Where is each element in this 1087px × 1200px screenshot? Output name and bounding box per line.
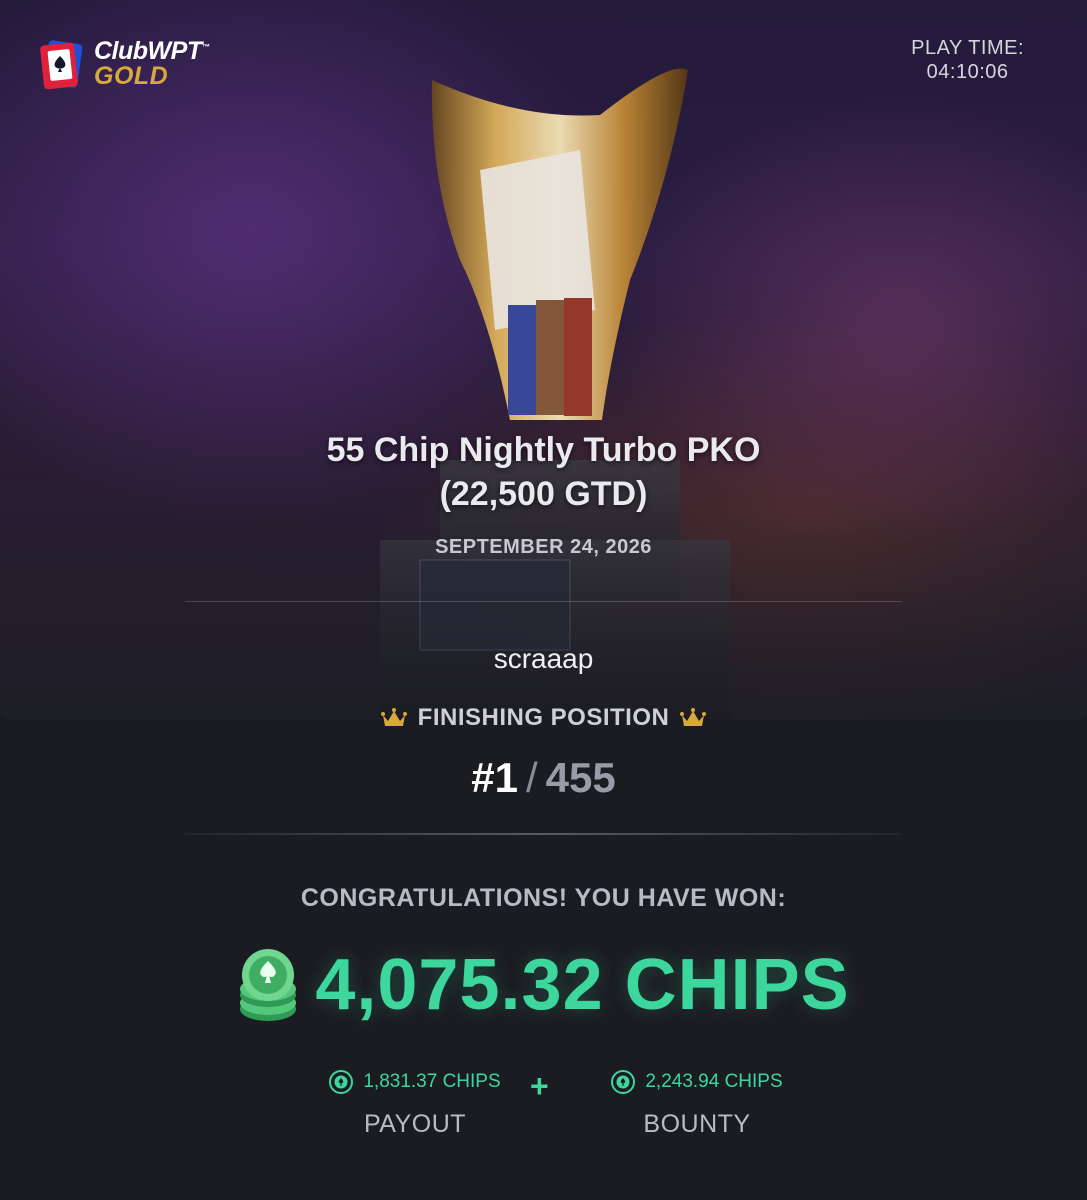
bounty-label: BOUNTY bbox=[643, 1110, 751, 1138]
play-time: PLAY TIME: 04:10:06 bbox=[911, 36, 1024, 84]
payout-breakdown: 1,831.37 CHIPS PAYOUT bbox=[300, 1070, 530, 1139]
tournament-date: SEPTEMBER 24, 2026 bbox=[435, 536, 652, 558]
finishing-position-header: FINISHING POSITION bbox=[0, 704, 1087, 732]
divider bbox=[185, 833, 902, 835]
total-winnings: 4,075.32 CHIPS bbox=[0, 944, 1087, 1026]
play-time-value: 04:10:06 bbox=[926, 61, 1009, 83]
payout-amount: 1,831.37 CHIPS bbox=[363, 1071, 501, 1092]
chip-stack-icon bbox=[240, 949, 297, 1021]
brand-tier: GOLD bbox=[94, 62, 169, 90]
finishing-position: #1/455 bbox=[0, 754, 1087, 802]
payout-label: PAYOUT bbox=[363, 1110, 467, 1138]
brand-name: ClubWPT™ bbox=[94, 37, 210, 65]
crown-icon bbox=[680, 708, 707, 726]
rank-separator: / bbox=[525, 754, 538, 801]
bounty-amount: 2,243.94 CHIPS bbox=[645, 1071, 783, 1092]
tournament-name-line1: 55 Chip Nightly Turbo PKO bbox=[326, 431, 761, 469]
finishing-rank: #1 bbox=[471, 754, 518, 801]
wpt-card-icon bbox=[40, 40, 83, 90]
player-username: scraaap bbox=[493, 643, 594, 674]
total-winnings-amount: 4,075.32 CHIPS bbox=[315, 945, 850, 1025]
divider bbox=[185, 601, 902, 602]
chip-icon bbox=[329, 1070, 354, 1094]
clubwpt-gold-logo: ClubWPT™ GOLD bbox=[40, 37, 210, 90]
tournament-title: 55 Chip Nightly Turbo PKO (22,500 GTD) bbox=[0, 428, 1087, 516]
total-entrants: 455 bbox=[545, 754, 616, 801]
tournament-name-line2: (22,500 GTD) bbox=[439, 475, 648, 513]
hero-banner bbox=[0, 0, 1087, 720]
trophy-image bbox=[380, 68, 730, 720]
plus-icon: + bbox=[530, 1068, 549, 1104]
bounty-breakdown: 2,243.94 CHIPS BOUNTY bbox=[582, 1070, 812, 1139]
finishing-position-label: FINISHING POSITION bbox=[417, 704, 670, 731]
congratulations-headline: CONGRATULATIONS! YOU HAVE WON: bbox=[300, 884, 787, 912]
crown-icon bbox=[380, 708, 407, 726]
chip-icon bbox=[611, 1070, 636, 1094]
play-time-label: PLAY TIME: bbox=[911, 37, 1024, 59]
